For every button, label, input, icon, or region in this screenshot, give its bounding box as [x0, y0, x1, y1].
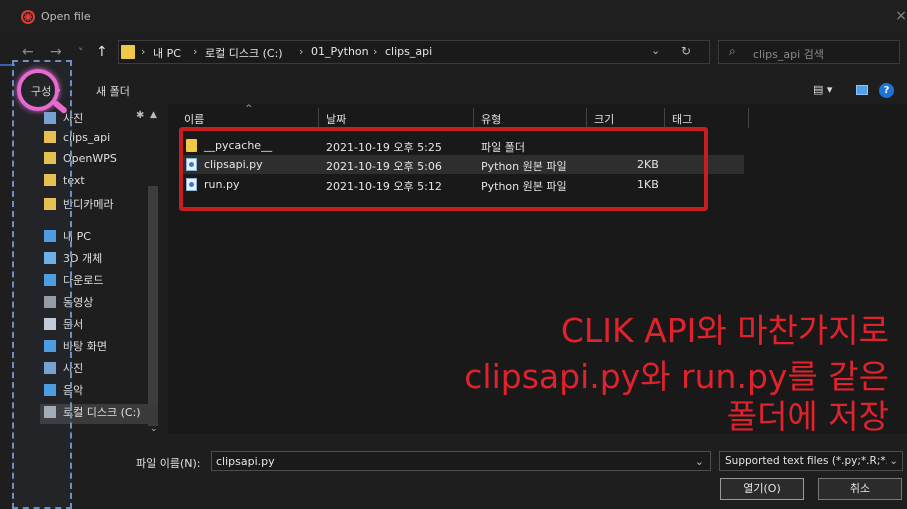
column-divider[interactable]: [473, 108, 474, 128]
sidebar-item-label: 로컬 디스크 (C:): [63, 406, 141, 419]
column-divider[interactable]: [318, 108, 319, 128]
close-icon[interactable]: ×: [895, 8, 907, 24]
breadcrumb-separator: ›: [373, 45, 378, 58]
recent-locations-icon[interactable]: ˅: [78, 46, 84, 59]
view-options-button[interactable]: ▤ ▾: [813, 83, 832, 96]
sidebar-highlight-frame: [12, 60, 72, 509]
back-arrow-icon[interactable]: ←: [22, 44, 34, 60]
window-title: Open file: [41, 10, 91, 23]
cancel-button[interactable]: 취소: [818, 478, 902, 500]
preview-pane-icon[interactable]: [856, 85, 868, 95]
breadcrumb-separator: ›: [141, 45, 146, 58]
scroll-down-icon[interactable]: ⌄: [150, 424, 158, 434]
search-box[interactable]: ⌕ clips_api 검색: [718, 40, 900, 64]
breadcrumb-clips-api[interactable]: clips_api: [385, 45, 432, 58]
title-bar: Open file ×: [0, 0, 907, 34]
file-type-value: Supported text files (*.py;*.R;*.: [725, 455, 889, 467]
breadcrumb-separator: ›: [193, 45, 198, 58]
file-type-select[interactable]: Supported text files (*.py;*.R;*. ⌄: [719, 451, 903, 471]
sort-ascending-icon: ^: [245, 104, 253, 114]
command-bar: 구성 ▾ 새 폴더 ▤ ▾ ?: [0, 76, 907, 104]
breadcrumb-this-pc[interactable]: 내 PC: [153, 45, 181, 61]
breadcrumb-local-disk[interactable]: 로컬 디스크 (C:): [205, 45, 283, 61]
new-folder-button[interactable]: 새 폴더: [96, 83, 130, 99]
filename-value: clipsapi.py: [216, 455, 275, 468]
open-button[interactable]: 열기(O): [720, 478, 804, 500]
search-icon: ⌕: [729, 44, 736, 58]
highlight-box: [179, 127, 708, 211]
filename-label: 파일 이름(N):: [136, 457, 201, 470]
address-dropdown-icon[interactable]: ⌄: [651, 44, 660, 57]
app-icon: [21, 10, 35, 24]
file-type-dropdown-icon: ⌄: [887, 455, 898, 467]
filename-dropdown-icon[interactable]: ⌄: [695, 455, 704, 468]
folder-icon: [121, 45, 135, 59]
column-divider[interactable]: [664, 108, 665, 128]
column-divider[interactable]: [748, 108, 749, 128]
breadcrumb-separator: ›: [299, 45, 304, 58]
column-divider[interactable]: [586, 108, 587, 128]
annotation-line-1: CLIK API와 마찬가지로: [560, 311, 889, 350]
forward-arrow-icon[interactable]: →: [50, 44, 62, 60]
search-placeholder: clips_api 검색: [753, 48, 824, 61]
help-icon[interactable]: ?: [879, 83, 894, 98]
annotation-line-3: 폴더에 저장: [726, 397, 889, 436]
refresh-icon[interactable]: ↻: [681, 44, 691, 58]
annotation-line-2: clipsapi.py와 run.py를 같은: [464, 357, 889, 396]
up-arrow-icon[interactable]: ↑: [96, 44, 108, 60]
filename-input[interactable]: clipsapi.py ⌄: [211, 451, 711, 471]
address-bar[interactable]: › 내 PC › 로컬 디스크 (C:) › 01_Python › clips…: [118, 40, 710, 64]
breadcrumb-python[interactable]: 01_Python: [311, 45, 369, 58]
